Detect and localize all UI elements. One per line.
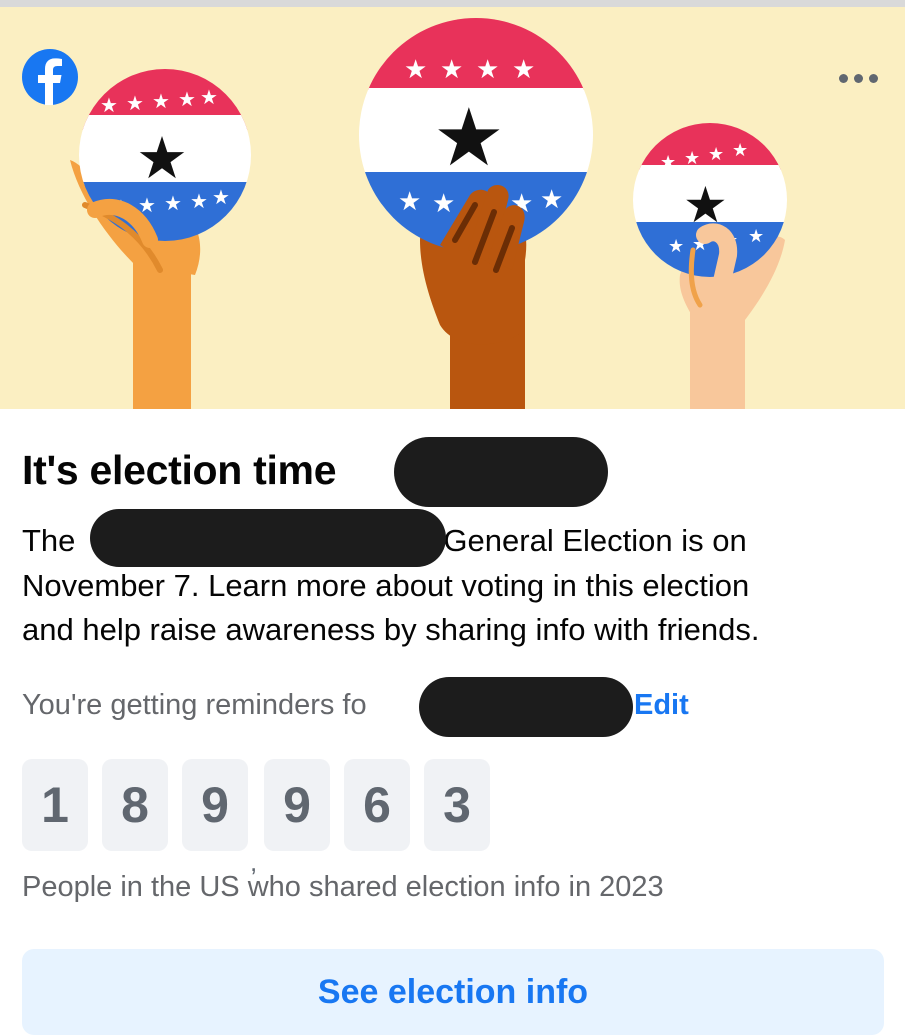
facebook-logo-icon — [22, 49, 78, 105]
card-title: It's election time — [22, 447, 337, 493]
svg-text:★: ★ — [748, 226, 764, 247]
svg-text:★: ★ — [126, 91, 144, 115]
redacted-location — [90, 509, 446, 567]
body-line1-end: General Election is on — [443, 523, 747, 558]
svg-text:★: ★ — [212, 185, 230, 209]
edit-reminder-link[interactable]: Edit — [634, 689, 689, 722]
svg-text:★: ★ — [398, 187, 421, 217]
svg-text:★: ★ — [732, 140, 748, 161]
see-election-info-button[interactable]: See election info — [22, 949, 884, 1035]
body-line3: and help raise awareness by sharing info… — [22, 612, 760, 647]
counter-digit: 1 — [22, 759, 88, 851]
top-border — [0, 0, 905, 7]
election-banner-illustration: ★★★★★ ★★★★★ ★ ★★★★ ★★★★ ★ — [0, 7, 905, 409]
svg-text:★: ★ — [164, 191, 182, 215]
counter-caption: People in the US who shared election inf… — [22, 871, 664, 903]
counter-digit: 6 — [344, 759, 410, 851]
svg-text:★: ★ — [660, 152, 676, 173]
svg-text:★: ★ — [136, 124, 188, 192]
svg-text:★: ★ — [440, 55, 463, 85]
more-horizontal-icon — [838, 73, 848, 83]
counter-digit: 9 — [182, 759, 248, 851]
counter-digit: 9 — [264, 759, 330, 851]
more-options-button[interactable] — [832, 63, 884, 93]
svg-text:★: ★ — [200, 85, 218, 109]
svg-text:★: ★ — [100, 93, 118, 117]
left-badge-illustration: ★ ★ ★ ★ ★ ★ ★ ★ ★ ★ ★ — [79, 69, 251, 241]
counter-digit: 3 — [424, 759, 490, 851]
svg-text:★: ★ — [512, 55, 535, 85]
body-line2: November 7. Learn more about voting in t… — [22, 567, 750, 603]
svg-text:★: ★ — [432, 189, 455, 219]
svg-text:★: ★ — [190, 189, 208, 213]
redacted-name — [394, 437, 608, 507]
counter-digit: 8 — [102, 759, 168, 851]
svg-text:★: ★ — [708, 144, 724, 165]
svg-text:★: ★ — [178, 87, 196, 111]
svg-text:★: ★ — [668, 236, 684, 257]
svg-text:★: ★ — [476, 55, 499, 85]
body-line1-start: The — [22, 523, 76, 558]
redacted-reminder-target — [419, 677, 633, 737]
svg-text:★: ★ — [684, 148, 700, 169]
reminder-text: You're getting reminders fo — [22, 689, 367, 721]
svg-text:★: ★ — [540, 185, 563, 215]
svg-text:★: ★ — [404, 55, 427, 85]
svg-text:★: ★ — [433, 91, 505, 184]
svg-text:★: ★ — [152, 89, 170, 113]
